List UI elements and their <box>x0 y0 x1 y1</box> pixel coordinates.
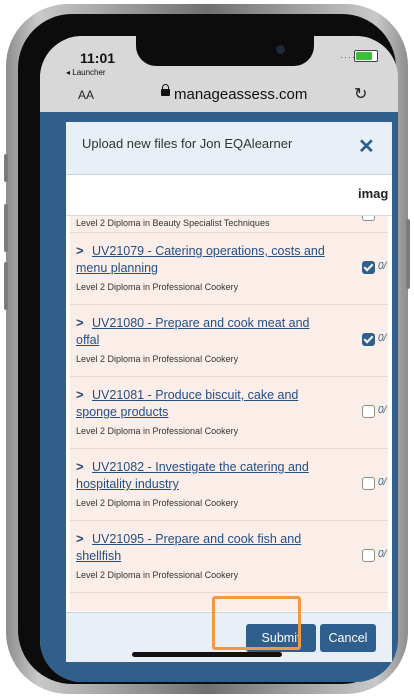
url-field[interactable]: manageassess.com <box>174 86 307 103</box>
list-item[interactable]: > UV21080 - Prepare and cook meat and of… <box>70 305 388 377</box>
unit-link[interactable]: UV21079 - Catering operations, costs and… <box>76 243 332 277</box>
notch <box>136 36 314 66</box>
unit-qualification: Level 2 Diploma in Professional Cookery <box>76 282 239 292</box>
modal-header: Upload new files for Jon EQAlearner ✕ <box>66 122 392 175</box>
unit-count: 0/ <box>378 405 387 416</box>
unit-checkbox[interactable] <box>362 261 375 274</box>
column-header: imag <box>66 175 392 216</box>
unit-count: 0/ <box>378 333 387 344</box>
cancel-button[interactable]: Cancel <box>320 624 376 652</box>
unit-qualification: Level 2 Diploma in Professional Cookery <box>76 498 239 508</box>
unit-qualification: Level 2 Diploma in Beauty Specialist Tec… <box>76 218 270 228</box>
list-item[interactable]: > UV21095 - Prepare and cook fish and sh… <box>70 521 388 593</box>
volume-down-button <box>4 262 8 310</box>
power-button <box>406 219 410 289</box>
unit-checkbox[interactable] <box>362 333 375 346</box>
battery-icon <box>354 50 378 62</box>
unit-qualification: Level 2 Diploma in Professional Cookery <box>76 426 239 436</box>
unit-checkbox[interactable] <box>362 549 375 562</box>
list-item-partial: Level 2 Diploma in Beauty Specialist Tec… <box>70 216 388 233</box>
phone-screen: 11:01 ◂ Launcher ···· AA manageassess.co… <box>40 36 398 682</box>
unit-count: 0/ <box>378 549 387 560</box>
upload-modal: Upload new files for Jon EQAlearner ✕ im… <box>66 122 392 662</box>
unit-qualification: Level 2 Diploma in Professional Cookery <box>76 354 239 364</box>
unit-link[interactable]: UV21081 - Produce biscuit, cake and spon… <box>76 387 332 421</box>
highlight-box <box>212 596 301 650</box>
unit-link[interactable]: UV21095 - Prepare and cook fish and shel… <box>76 531 332 565</box>
volume-up-button <box>4 204 8 252</box>
text-size-button[interactable]: AA <box>78 88 94 102</box>
unit-qualification: Level 2 Diploma in Professional Cookery <box>76 570 239 580</box>
camera-icon <box>276 45 285 54</box>
mute-switch <box>4 154 8 182</box>
back-to-launcher[interactable]: ◂ Launcher <box>66 68 106 77</box>
close-icon[interactable]: ✕ <box>358 134 375 159</box>
list-item[interactable]: > UV21079 - Catering operations, costs a… <box>70 233 388 305</box>
unit-link[interactable]: UV21080 - Prepare and cook meat and offa… <box>76 315 332 349</box>
column-header-label: imag <box>358 186 389 201</box>
unit-count: 0/ <box>378 261 387 272</box>
unit-checkbox[interactable] <box>362 405 375 418</box>
phone-bezel: 11:01 ◂ Launcher ···· AA manageassess.co… <box>18 14 398 684</box>
list-item[interactable]: > UV21082 - Investigate the catering and… <box>70 449 388 521</box>
reload-icon[interactable]: ↻ <box>354 84 367 104</box>
list-item[interactable]: > UV21081 - Produce biscuit, cake and sp… <box>70 377 388 449</box>
unit-checkbox[interactable] <box>362 216 375 221</box>
lock-icon <box>161 84 170 96</box>
phone-frame: 11:01 ◂ Launcher ···· AA manageassess.co… <box>4 4 410 694</box>
unit-count: 0/ <box>378 477 387 488</box>
unit-list[interactable]: Level 2 Diploma in Beauty Specialist Tec… <box>70 216 388 611</box>
unit-link[interactable]: UV21082 - Investigate the catering and h… <box>76 459 332 493</box>
address-bar: AA manageassess.com ↻ <box>40 80 398 110</box>
home-indicator[interactable] <box>132 652 282 657</box>
modal-title: Upload new files for Jon EQAlearner <box>82 136 293 151</box>
status-time: 11:01 <box>80 50 116 66</box>
unit-checkbox[interactable] <box>362 477 375 490</box>
